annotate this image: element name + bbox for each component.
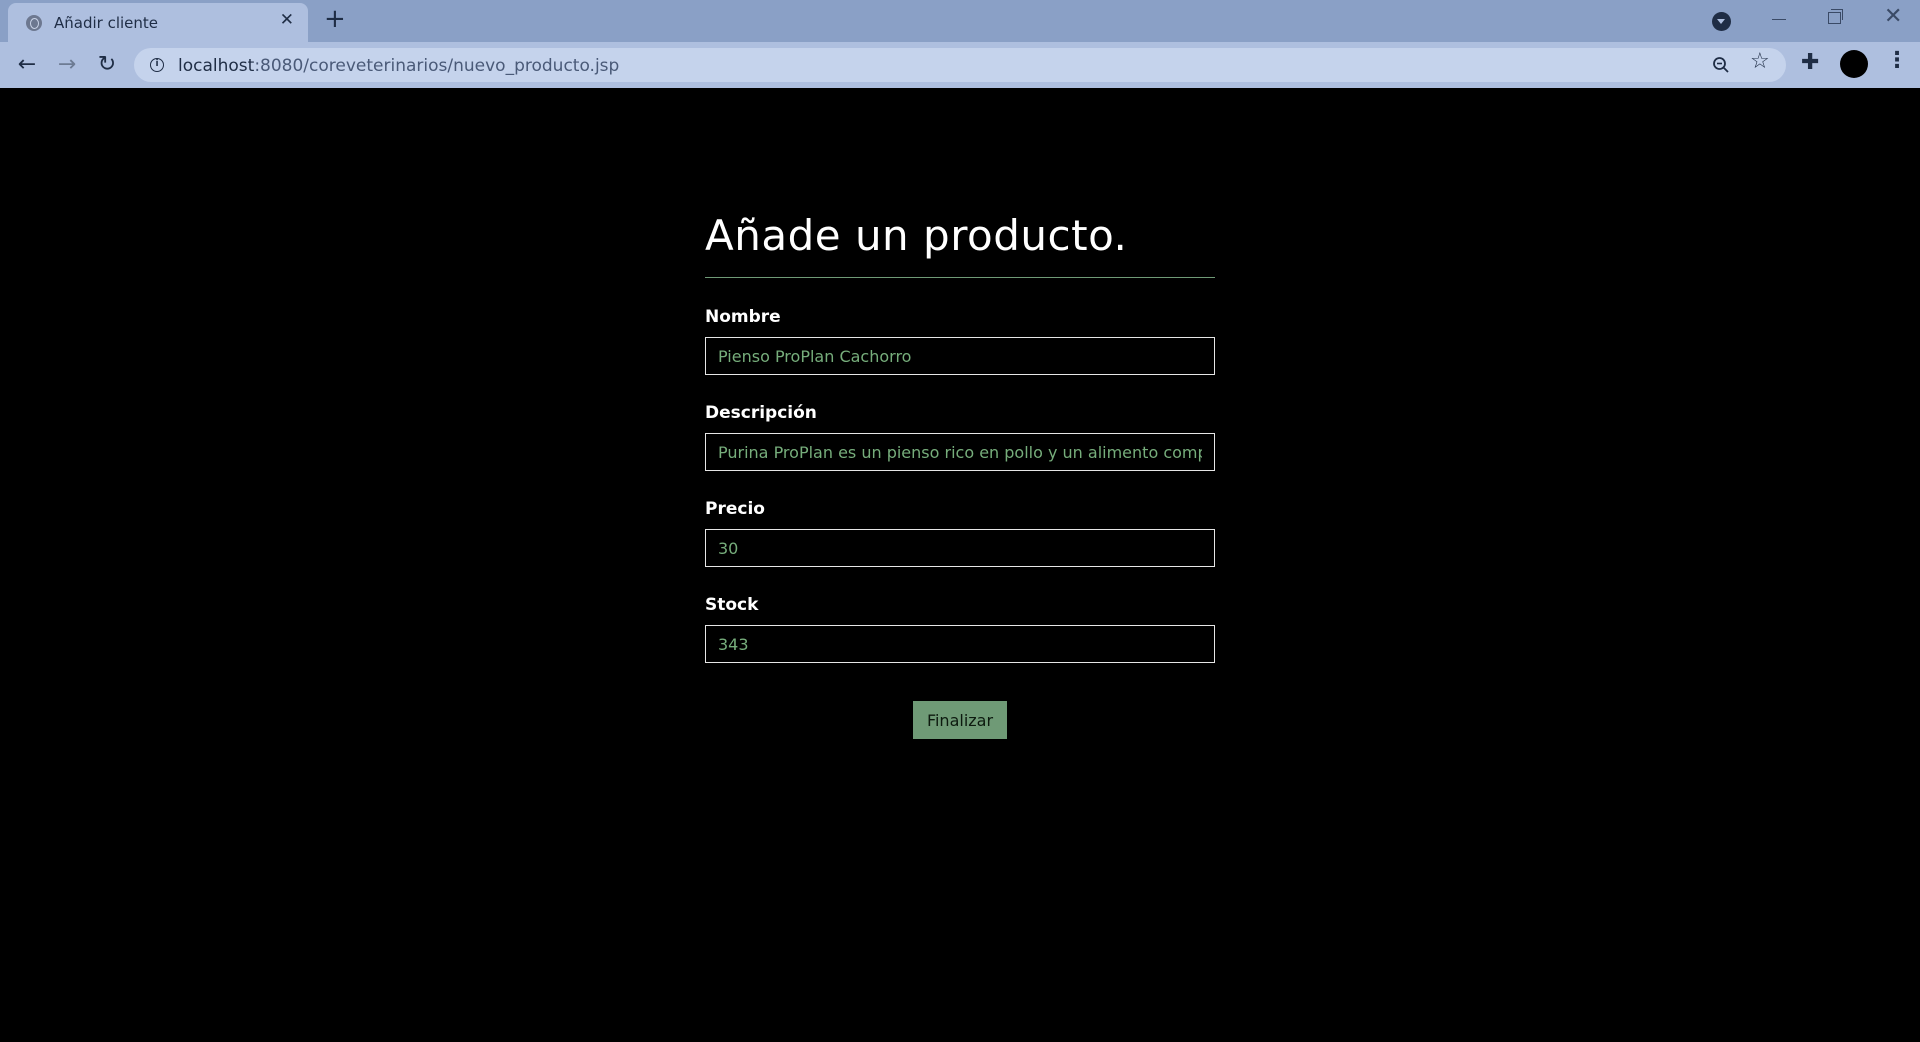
- submit-row: Finalizar: [705, 701, 1215, 739]
- arrow-left-icon[interactable]: ←: [12, 50, 42, 80]
- info-icon[interactable]: i: [150, 58, 164, 72]
- star-icon[interactable]: ☆: [1750, 51, 1770, 73]
- avatar[interactable]: [1840, 50, 1868, 78]
- nombre-label: Nombre: [705, 307, 781, 327]
- product-form: Añade un producto. Nombre Descripción Pr…: [705, 208, 1215, 739]
- tab-strip: Añadir cliente ✕ + ✕: [0, 0, 1920, 42]
- descripcion-label: Descripción: [705, 403, 817, 423]
- title-divider: [705, 277, 1215, 278]
- precio-label: Precio: [705, 499, 765, 519]
- url-host: localhost: [178, 56, 255, 76]
- kebab-menu-icon[interactable]: ⋮: [1886, 50, 1908, 72]
- new-tab-button[interactable]: +: [324, 6, 346, 32]
- close-icon[interactable]: ✕: [280, 12, 294, 29]
- page-content: Añade un producto. Nombre Descripción Pr…: [0, 88, 1920, 1042]
- minimize-icon[interactable]: [1772, 19, 1786, 20]
- browser-toolbar: ← → ↻ i localhost:8080/coreveterinarios/…: [0, 42, 1920, 88]
- tab-title: Añadir cliente: [54, 14, 159, 32]
- url-text[interactable]: localhost:8080/coreveterinarios/nuevo_pr…: [178, 56, 619, 76]
- tab-search-icon[interactable]: [1712, 12, 1731, 31]
- address-bar[interactable]: i localhost:8080/coreveterinarios/nuevo_…: [134, 48, 1786, 82]
- nombre-input[interactable]: [705, 337, 1215, 375]
- stock-label: Stock: [705, 595, 759, 615]
- window-close-icon[interactable]: ✕: [1884, 6, 1902, 28]
- restore-icon[interactable]: [1828, 9, 1843, 24]
- arrow-right-icon[interactable]: →: [52, 50, 82, 80]
- page-title: Añade un producto.: [705, 211, 1128, 260]
- puzzle-icon[interactable]: ✚: [1801, 52, 1819, 74]
- browser-tab[interactable]: Añadir cliente ✕: [8, 3, 308, 42]
- precio-input[interactable]: [705, 529, 1215, 567]
- url-path: :8080/coreveterinarios/nuevo_producto.js…: [254, 56, 620, 76]
- zoom-out-icon[interactable]: [1712, 56, 1730, 74]
- finalizar-button[interactable]: Finalizar: [913, 701, 1007, 739]
- descripcion-input[interactable]: [705, 433, 1215, 471]
- stock-input[interactable]: [705, 625, 1215, 663]
- globe-icon: [26, 15, 42, 31]
- reload-icon[interactable]: ↻: [92, 50, 122, 80]
